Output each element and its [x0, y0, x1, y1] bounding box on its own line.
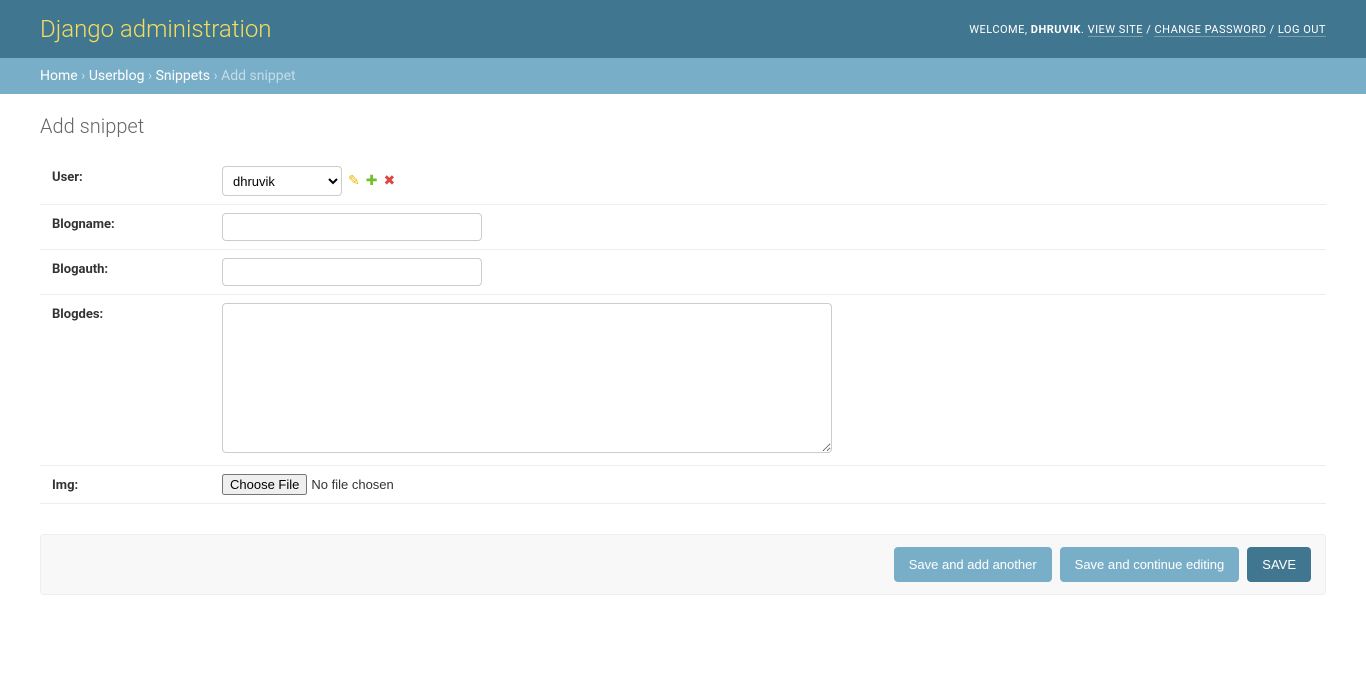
header: Django administration WELCOME, DHRUVIK. …: [0, 0, 1366, 58]
user-tools: WELCOME, DHRUVIK. VIEW SITE / CHANGE PAS…: [969, 23, 1326, 36]
blogname-input[interactable]: [222, 213, 482, 241]
user-select[interactable]: dhruvik: [222, 166, 342, 196]
form-row-img: Img:: [40, 466, 1326, 504]
welcome-text: WELCOME,: [969, 23, 1031, 36]
breadcrumb-current: Add snippet: [221, 68, 295, 84]
logout-link[interactable]: LOG OUT: [1278, 23, 1326, 37]
save-add-another-button[interactable]: [894, 547, 1052, 582]
img-file-input[interactable]: [222, 474, 468, 495]
view-site-link[interactable]: VIEW SITE: [1088, 23, 1143, 37]
form-row-blogname: Blogname:: [40, 205, 1326, 250]
form-row-user: User: dhruvik ✎ ✚ ✖: [40, 158, 1326, 205]
breadcrumb: Home › Userblog › Snippets › Add snippet: [0, 58, 1366, 94]
blogdes-textarea[interactable]: [222, 303, 832, 453]
snippet-form: User: dhruvik ✎ ✚ ✖ Blogname:: [40, 158, 1326, 595]
blogauth-label: Blogauth:: [52, 258, 212, 277]
img-label: Img:: [52, 474, 212, 493]
plus-icon[interactable]: ✚: [366, 173, 378, 189]
change-password-link[interactable]: CHANGE PASSWORD: [1154, 23, 1266, 37]
fieldset: User: dhruvik ✎ ✚ ✖ Blogname:: [40, 158, 1326, 504]
page-title: Add snippet: [40, 114, 1326, 138]
breadcrumb-app[interactable]: Userblog: [89, 68, 145, 84]
breadcrumb-home[interactable]: Home: [40, 68, 78, 84]
delete-icon[interactable]: ✖: [383, 173, 395, 189]
user-label: User:: [52, 166, 212, 185]
branding: Django administration: [40, 15, 272, 43]
blogdes-label: Blogdes:: [52, 303, 212, 322]
save-continue-button[interactable]: [1060, 547, 1240, 582]
content: Add snippet User: dhruvik ✎ ✚ ✖ Blog: [0, 94, 1366, 635]
breadcrumb-model[interactable]: Snippets: [156, 68, 210, 84]
form-row-blogdes: Blogdes:: [40, 295, 1326, 466]
submit-row: [40, 534, 1326, 595]
save-button[interactable]: [1247, 547, 1311, 582]
blogname-label: Blogname:: [52, 213, 212, 232]
pencil-icon[interactable]: ✎: [348, 173, 360, 189]
username: DHRUVIK: [1031, 23, 1081, 36]
blogauth-input[interactable]: [222, 258, 482, 286]
branding-link[interactable]: Django administration: [40, 15, 272, 43]
user-widget-wrapper: dhruvik ✎ ✚ ✖: [222, 166, 395, 196]
form-row-blogauth: Blogauth:: [40, 250, 1326, 295]
